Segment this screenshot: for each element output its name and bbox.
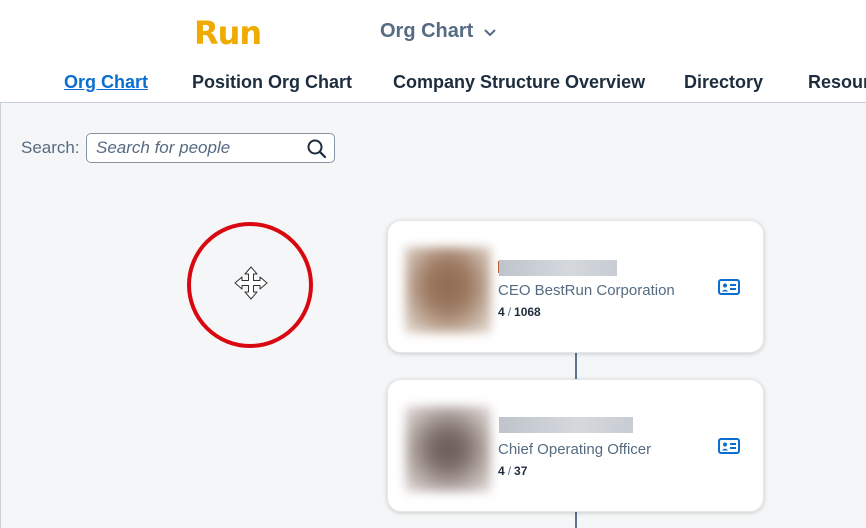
direct-reports-count: 4	[498, 464, 505, 478]
total-reports-count: 37	[514, 464, 528, 478]
tab-resources[interactable]: Resour	[808, 72, 866, 93]
search-field[interactable]	[86, 133, 335, 163]
contact-card-icon[interactable]	[718, 279, 740, 295]
search-icon[interactable]	[306, 138, 328, 160]
tab-directory[interactable]: Directory	[684, 72, 763, 93]
report-counts: 4/1068	[498, 305, 541, 319]
content-border	[0, 103, 1, 528]
position-title: CEO BestRun Corporation	[498, 282, 675, 299]
company-logo[interactable]: Run	[194, 14, 262, 52]
org-connector-line	[575, 512, 577, 528]
org-node-card[interactable]: Chief Operating Officer 4/37	[387, 379, 764, 512]
report-counts: 4/37	[498, 464, 527, 478]
move-cursor-icon	[234, 266, 268, 300]
search-label: Search:	[21, 138, 80, 157]
app-title-menu[interactable]: Org Chart	[380, 20, 497, 43]
chevron-down-icon	[484, 28, 497, 36]
count-separator: /	[507, 305, 512, 319]
avatar	[405, 406, 491, 492]
search-input[interactable]	[96, 138, 296, 158]
app-title-label: Org Chart	[380, 20, 474, 42]
contact-card-icon[interactable]	[718, 438, 740, 454]
org-node-card[interactable]: CEO BestRun Corporation 4/1068	[387, 220, 764, 353]
direct-reports-count: 4	[498, 305, 505, 319]
tab-position-org-chart[interactable]: Position Org Chart	[192, 72, 352, 93]
tab-company-structure-overview[interactable]: Company Structure Overview	[393, 72, 645, 93]
total-reports-count: 1068	[514, 305, 541, 319]
avatar	[405, 247, 491, 333]
position-title: Chief Operating Officer	[498, 441, 652, 458]
shell-header: Run Org Chart Org Chart Position Org Cha…	[0, 0, 866, 103]
employee-name-redacted	[499, 260, 617, 276]
tab-org-chart[interactable]: Org Chart	[64, 72, 148, 93]
employee-name-redacted	[499, 417, 633, 433]
count-separator: /	[507, 464, 512, 478]
org-connector-line	[575, 353, 577, 379]
